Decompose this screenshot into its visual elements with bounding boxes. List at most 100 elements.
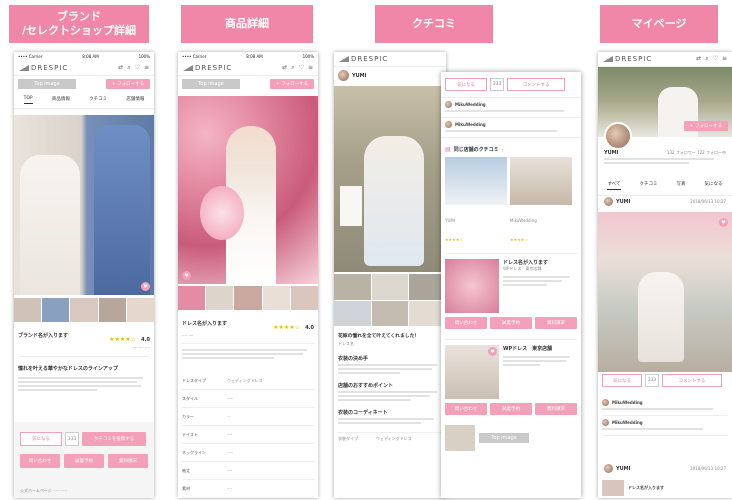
- official-site-link[interactable]: 公式ホームページ ···········: [20, 488, 67, 494]
- thumbnail[interactable]: [334, 274, 371, 300]
- like-count: 333: [490, 78, 504, 91]
- app-logo[interactable]: DRESPIC: [339, 55, 388, 63]
- app-logo[interactable]: DRESPIC: [183, 64, 232, 72]
- review-user-name[interactable]: YUMI: [352, 73, 367, 79]
- bookmark-icon[interactable]: ♡: [135, 64, 140, 72]
- spec-label: 素材: [182, 485, 190, 491]
- avatar[interactable]: [338, 70, 349, 81]
- review-thumbnail[interactable]: [445, 157, 507, 205]
- thumbnail[interactable]: [14, 298, 42, 322]
- tab-products[interactable]: 商品情報: [52, 96, 70, 104]
- avatar[interactable]: [602, 419, 609, 426]
- inquiry-button[interactable]: 問い合わせ: [20, 454, 60, 468]
- thumbnail[interactable]: [234, 286, 262, 310]
- thumbnail[interactable]: [98, 298, 126, 322]
- fitting-reservation-button[interactable]: 試着予約: [64, 454, 104, 468]
- commenter-name[interactable]: MikuWedding: [612, 400, 643, 405]
- menu-icon[interactable]: ≡: [144, 64, 149, 72]
- profile-avatar[interactable]: [604, 122, 632, 150]
- rating-stars-icon: ★★★★☆: [445, 237, 463, 242]
- same-shop-header[interactable]: ▤ 同じ店舗のクチコミ ›: [441, 138, 581, 157]
- commenter-name[interactable]: MikuWedding: [455, 102, 486, 107]
- request-materials-button[interactable]: 資料請求: [535, 403, 577, 415]
- follow-button[interactable]: + フォローする: [684, 121, 728, 131]
- like-button[interactable]: 気になる: [445, 78, 487, 91]
- tab-top[interactable]: TOP: [23, 96, 33, 104]
- thumbnail[interactable]: [206, 286, 234, 310]
- app-logo[interactable]: DRESPIC: [603, 55, 652, 63]
- brand-name: ブランド名が入ります: [18, 333, 69, 339]
- commenter-name[interactable]: MikuWedding: [612, 420, 643, 425]
- follow-button[interactable]: + フォローする: [106, 79, 150, 89]
- tab-favorites[interactable]: 気になる: [704, 181, 722, 190]
- favorite-button[interactable]: 気になる: [20, 432, 62, 446]
- request-materials-button[interactable]: 資料請求: [108, 454, 148, 468]
- menu-icon[interactable]: ≡: [308, 64, 313, 72]
- bookmark-icon[interactable]: ♡: [713, 55, 718, 63]
- post-user[interactable]: YUMI: [616, 466, 631, 472]
- comment-button[interactable]: コメントする: [507, 78, 565, 91]
- avatar[interactable]: [604, 197, 613, 206]
- tab-photos[interactable]: 写真: [676, 181, 685, 190]
- fitting-reservation-button[interactable]: 試着予約: [490, 317, 532, 329]
- dress-image: ♥: [445, 345, 499, 399]
- favorite-heart-icon[interactable]: ♥: [719, 218, 728, 227]
- thumbnail[interactable]: [371, 300, 409, 326]
- tab-shop-info[interactable]: 店舗情報: [126, 96, 144, 104]
- review-dress-label: ドレス名: [338, 341, 354, 346]
- inquiry-button[interactable]: 問い合わせ: [445, 403, 487, 415]
- commenter-name[interactable]: MikuWedding: [455, 122, 486, 127]
- header-brand-detail: ブランド /セレクトショップ詳細: [9, 5, 149, 43]
- search-icon[interactable]: ⌕: [705, 55, 708, 63]
- like-button[interactable]: 気になる: [602, 374, 642, 387]
- card-shop: WPドレス 東京店舗: [503, 346, 553, 352]
- bouquet: [200, 186, 244, 240]
- comment-item: MikuWedding: [441, 118, 581, 138]
- spec-label: カラー: [182, 413, 194, 419]
- post-user[interactable]: YUMI: [616, 199, 631, 205]
- share-icon[interactable]: ⇄: [282, 64, 287, 72]
- tab-all[interactable]: すべて: [607, 181, 621, 190]
- carousel-user[interactable]: MikuWedding: [510, 218, 537, 223]
- card-shop: WPドレス 東京店舗: [503, 266, 542, 271]
- inquiry-button[interactable]: 問い合わせ: [445, 317, 487, 329]
- avatar[interactable]: [445, 101, 452, 108]
- post-review-button[interactable]: クチコミを投稿する: [82, 432, 146, 446]
- app-logo[interactable]: DRESPIC: [19, 64, 68, 72]
- followers-count[interactable]: 132 フォロワー: [667, 150, 696, 155]
- tab-reviews[interactable]: クチコミ: [89, 96, 107, 104]
- section-shop-points: 店舗のおすすめポイント: [338, 383, 394, 389]
- thumbnail[interactable]: [371, 274, 409, 300]
- tab-reviews[interactable]: クチコミ: [639, 181, 657, 190]
- request-materials-button[interactable]: 資料請求: [535, 317, 577, 329]
- fitting-reservation-button[interactable]: 試着予約: [490, 403, 532, 415]
- dress-card[interactable]: ♥ WPドレス 東京店舗: [445, 339, 577, 399]
- share-icon[interactable]: ⇄: [118, 64, 123, 72]
- avatar[interactable]: [445, 121, 452, 128]
- thumbnail[interactable]: [262, 286, 290, 310]
- avatar[interactable]: [604, 464, 613, 473]
- review-thumbnail[interactable]: [510, 157, 572, 205]
- post-thumbnail[interactable]: [602, 480, 624, 496]
- bookmark-icon[interactable]: ♡: [299, 64, 304, 72]
- thumbnail[interactable]: [290, 286, 318, 310]
- thumbnail[interactable]: [70, 298, 98, 322]
- carousel-user[interactable]: YUMI: [445, 218, 455, 223]
- search-icon[interactable]: ⌕: [291, 64, 294, 72]
- favorite-heart-icon[interactable]: ♥: [488, 347, 497, 356]
- following-count[interactable]: 122 フォロー中: [697, 150, 726, 155]
- review-screen: DRESPIC YUMI 花嫁の憧れを全て叶えてくれました！ ドレス名 衣装の決…: [334, 52, 446, 498]
- comment-button[interactable]: コメントする: [662, 374, 722, 387]
- favorite-heart-icon[interactable]: ♥: [182, 271, 191, 280]
- thumbnail[interactable]: [178, 286, 206, 310]
- avatar[interactable]: [602, 399, 609, 406]
- thumbnail[interactable]: [42, 298, 70, 322]
- dress-card[interactable]: ドレス名が入ります WPドレス 東京店舗: [445, 253, 577, 313]
- menu-icon[interactable]: ≡: [722, 55, 727, 63]
- search-icon[interactable]: ⌕: [127, 64, 130, 72]
- follow-button[interactable]: + フォローする: [270, 79, 314, 89]
- thumbnail[interactable]: [334, 300, 371, 326]
- share-icon[interactable]: ⇄: [696, 55, 701, 63]
- favorite-heart-icon[interactable]: ♥: [141, 282, 150, 291]
- thumbnail[interactable]: [126, 298, 154, 322]
